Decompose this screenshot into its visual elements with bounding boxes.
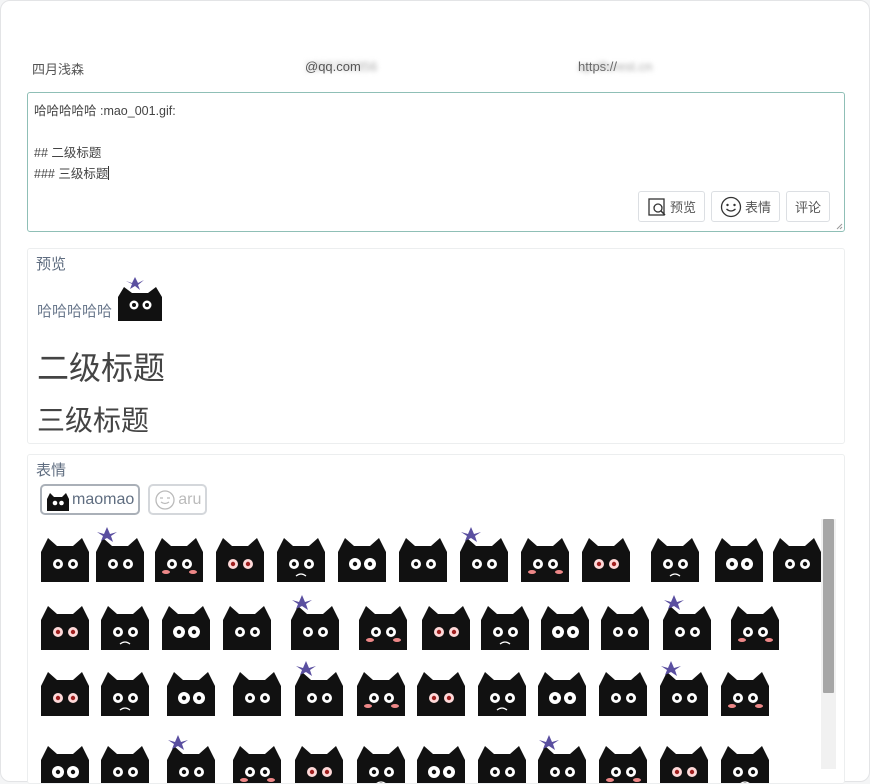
cat-emoji-item[interactable] <box>654 656 714 718</box>
cat-emoji-item[interactable] <box>227 730 287 784</box>
cat-emoji-item[interactable] <box>161 730 221 784</box>
cat-emoji-item[interactable] <box>149 522 209 584</box>
cat-emoji-item[interactable] <box>475 590 535 652</box>
comment-textarea[interactable]: 哈哈哈哈哈 :mao_001.gif: ## 二级标题 ### 三级标题 预览 … <box>27 92 845 232</box>
submit-comment-button[interactable]: 评论 <box>785 191 830 222</box>
scrollbar-thumb[interactable] <box>823 519 834 693</box>
preview-button-label: 预览 <box>669 200 696 215</box>
cat-emoji-item[interactable] <box>95 656 155 718</box>
cat-emoji-item[interactable] <box>709 522 769 584</box>
cat-emoji-item[interactable] <box>35 522 95 584</box>
emoji-tabs: maomao aru <box>40 484 208 515</box>
cat-emoji-item[interactable] <box>90 522 150 584</box>
cat-emoji-item[interactable] <box>532 656 592 718</box>
preview-heading-3: 三级标题 <box>37 405 150 436</box>
cat-emoji-item[interactable] <box>351 730 411 784</box>
cat-emoji-item[interactable] <box>35 656 95 718</box>
cat-emoji-item[interactable] <box>289 730 349 784</box>
cat-emoji-item[interactable] <box>95 590 155 652</box>
cat-emoji-item[interactable] <box>593 730 653 784</box>
cat-emoji-item[interactable] <box>725 590 785 652</box>
preview-button[interactable]: 预览 <box>637 191 705 222</box>
preview-icon <box>648 197 666 216</box>
cat-emoji-item[interactable] <box>393 522 453 584</box>
cat-emoji-item[interactable] <box>353 590 413 652</box>
cat-emoji-item[interactable] <box>593 656 653 718</box>
cat-emoji-item[interactable] <box>657 590 717 652</box>
emoji-grid <box>35 522 821 784</box>
cat-emoji-item[interactable] <box>35 730 95 784</box>
cat-emoji-item[interactable] <box>210 522 270 584</box>
cat-emoji-item[interactable] <box>35 590 95 652</box>
cat-emoji-item[interactable] <box>285 590 345 652</box>
cat-emoji-item[interactable] <box>535 590 595 652</box>
cat-emoji-item[interactable] <box>161 656 221 718</box>
cat-emoji-item[interactable] <box>654 730 714 784</box>
cat-emoji-item[interactable] <box>715 656 775 718</box>
cat-emoji-item[interactable] <box>156 590 216 652</box>
emoji-button-label: 表情 <box>744 200 771 215</box>
emoji-scrollbar[interactable] <box>821 519 836 769</box>
preview-panel: 预览 哈哈哈哈哈 二级标题 三级标题 <box>27 248 845 444</box>
cat-emoji-item[interactable] <box>227 656 287 718</box>
editor-line: ## 二级标题 <box>34 146 102 160</box>
cat-emoji-icon <box>47 492 69 511</box>
tab-aru-label: aru <box>178 490 202 508</box>
aru-face-icon <box>155 489 175 510</box>
user-info-row: 四月浅森 1805795356 @qq.com https://aprilfore… <box>32 59 843 77</box>
comment-form-card: 四月浅森 1805795356 @qq.com https://aprilfore… <box>0 0 870 784</box>
cat-emoji-item[interactable] <box>515 522 575 584</box>
editor-line: ### 三级标题 <box>34 166 110 181</box>
tab-maomao[interactable]: maomao <box>40 484 141 515</box>
submit-button-label: 评论 <box>794 200 821 215</box>
cat-emoji-item[interactable] <box>411 730 471 784</box>
editor-line: 哈哈哈哈哈 :mao_001.gif: <box>34 104 176 118</box>
cat-emoji-item[interactable] <box>715 730 775 784</box>
cat-emoji-item[interactable] <box>95 730 155 784</box>
preview-heading-2: 二级标题 <box>37 350 166 386</box>
cat-emoji-item[interactable] <box>351 656 411 718</box>
cat-emoji-item[interactable] <box>472 656 532 718</box>
emoji-panel-title: 表情 <box>36 462 67 479</box>
preview-title: 预览 <box>36 256 67 273</box>
cat-emoji-item[interactable] <box>289 656 349 718</box>
email-domain: @qq.com <box>305 59 361 74</box>
cat-emoji-icon <box>118 277 163 321</box>
cat-emoji-item[interactable] <box>532 730 592 784</box>
cat-emoji-item[interactable] <box>454 522 514 584</box>
emoji-panel: 表情 maomao aru <box>27 454 845 784</box>
cat-emoji-item[interactable] <box>645 522 705 584</box>
cat-emoji-item[interactable] <box>595 590 655 652</box>
nickname-field[interactable]: 四月浅森 <box>32 59 84 78</box>
cat-emoji-item[interactable] <box>271 522 331 584</box>
text-caret <box>108 166 110 180</box>
cat-emoji-item[interactable] <box>411 656 471 718</box>
preview-text: 哈哈哈哈哈 <box>37 303 113 320</box>
textarea-content: 哈哈哈哈哈 :mao_001.gif: ## 二级标题 ### 三级标题 <box>34 101 176 185</box>
tab-maomao-label: maomao <box>72 490 135 508</box>
cat-emoji-item[interactable] <box>767 522 827 584</box>
preview-text-line: 哈哈哈哈哈 <box>37 275 164 321</box>
tab-aru[interactable]: aru <box>148 484 208 515</box>
editor-actions: 预览 表情 评论 <box>637 191 830 222</box>
cat-emoji-item[interactable] <box>217 590 277 652</box>
cat-emoji-item[interactable] <box>416 590 476 652</box>
resize-handle-icon[interactable] <box>835 222 843 230</box>
link-hidden: aprilforest.cn <box>578 59 653 74</box>
emoji-button[interactable]: 表情 <box>710 191 780 222</box>
cat-emoji-item[interactable] <box>472 730 532 784</box>
smiley-icon <box>720 196 742 217</box>
cat-emoji-item[interactable] <box>576 522 636 584</box>
cat-emoji-item[interactable] <box>332 522 392 584</box>
